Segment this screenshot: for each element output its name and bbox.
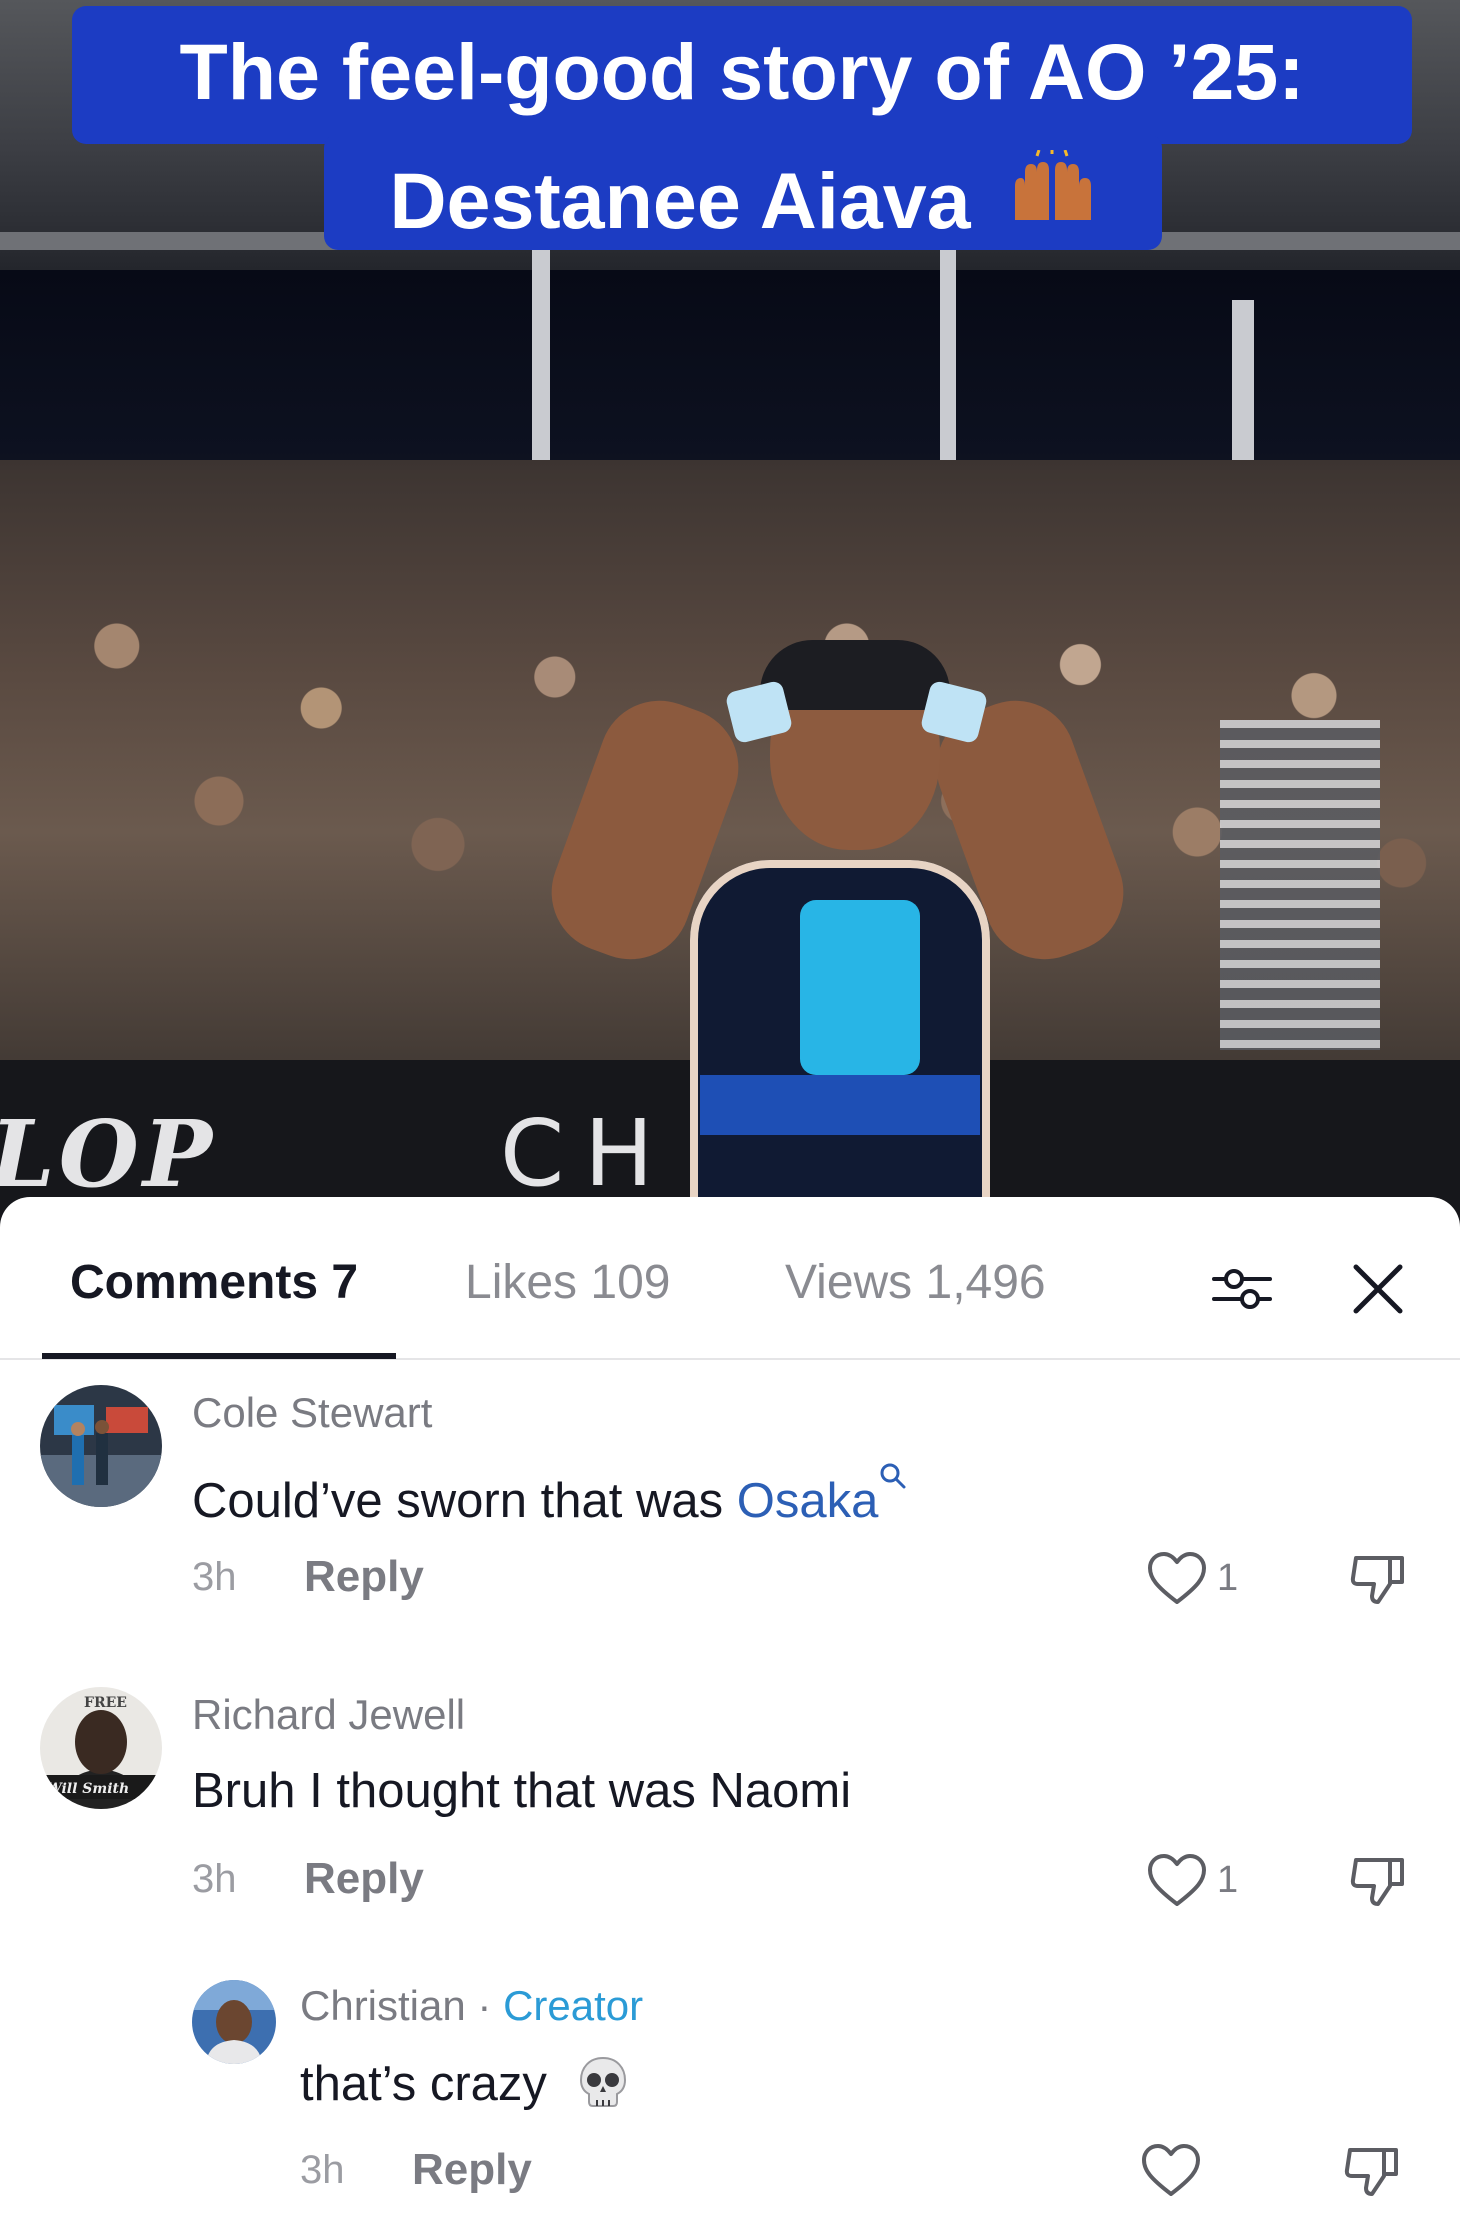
comment-timestamp: 3h — [300, 2148, 345, 2192]
video-caption-line-2: Destanee Aiava — [324, 134, 1162, 250]
tab-comments[interactable]: Comments 7 — [70, 1255, 358, 1310]
comment-timestamp: 3h — [192, 1857, 237, 1901]
like-count: 1 — [1217, 1859, 1239, 1901]
avatar[interactable] — [40, 1385, 162, 1507]
reply-button[interactable]: Reply — [304, 1854, 424, 1904]
wall-sponsor-text-left: LOP — [0, 1100, 217, 1208]
avatar[interactable]: FREE Will Smith — [40, 1687, 162, 1809]
comment-text: Bruh I thought that was Naomi — [192, 1764, 852, 1818]
thumbs-down-icon[interactable] — [1342, 2142, 1404, 2198]
heart-icon[interactable] — [1146, 1550, 1208, 1606]
tab-likes[interactable]: Likes 109 — [465, 1255, 670, 1310]
comment-text: Could’ve sworn that was Osaka — [192, 1461, 908, 1529]
author-separator: · — [465, 1982, 504, 2029]
reply-button[interactable]: Reply — [412, 2145, 532, 2195]
caption-text: Destanee Aiava — [389, 156, 971, 245]
comment-author[interactable]: Richard Jewell — [192, 1691, 465, 1739]
video-player[interactable]: LOP CH BB The feel-good story of AO ’25:… — [0, 0, 1460, 1230]
raising-hands-icon — [1007, 148, 1097, 242]
player-cap — [760, 640, 950, 710]
avatar-text: FREE — [84, 1695, 127, 1711]
heart-icon[interactable] — [1146, 1852, 1208, 1908]
thumbs-down-icon[interactable] — [1348, 1852, 1410, 1908]
tab-views[interactable]: Views 1,496 — [785, 1255, 1046, 1310]
video-caption-line-1: The feel-good story of AO ’25: — [72, 6, 1412, 144]
thumbs-down-icon[interactable] — [1348, 1550, 1410, 1606]
search-mention-link[interactable]: Osaka — [737, 1474, 879, 1528]
comment-text-body: that’s crazy — [300, 2057, 547, 2111]
comments-sheet: Comments 7 Likes 109 Views 1,496 Cole St… — [0, 1197, 1460, 2227]
avatar[interactable] — [192, 1980, 276, 2064]
player-top-trim — [690, 860, 990, 1230]
creator-badge: Creator — [503, 1982, 644, 2029]
comment-text-body: Could’ve sworn that was — [192, 1474, 737, 1528]
skull-emoji-icon — [561, 2056, 631, 2111]
active-tab-underline — [42, 1353, 396, 1359]
comment-text: that’s crazy — [300, 2054, 631, 2112]
like-count: 1 — [1217, 1557, 1239, 1599]
stadium-stairs — [1220, 720, 1380, 1050]
avatar-text: Will Smith — [46, 1781, 129, 1797]
comment-author-line: Christian · Creator — [300, 1982, 643, 2030]
comment-author[interactable]: Cole Stewart — [192, 1389, 432, 1437]
comment-author[interactable]: Christian — [300, 1982, 466, 2029]
heart-icon[interactable] — [1140, 2142, 1202, 2198]
sheet-tabs: Comments 7 Likes 109 Views 1,496 — [0, 1197, 1460, 1360]
close-icon[interactable] — [1346, 1257, 1410, 1321]
comment-timestamp: 3h — [192, 1555, 237, 1599]
search-icon[interactable] — [878, 1463, 908, 1528]
filter-sliders-icon[interactable] — [1210, 1257, 1274, 1321]
reply-button[interactable]: Reply — [304, 1552, 424, 1602]
caption-text: The feel-good story of AO ’25: — [179, 27, 1305, 116]
